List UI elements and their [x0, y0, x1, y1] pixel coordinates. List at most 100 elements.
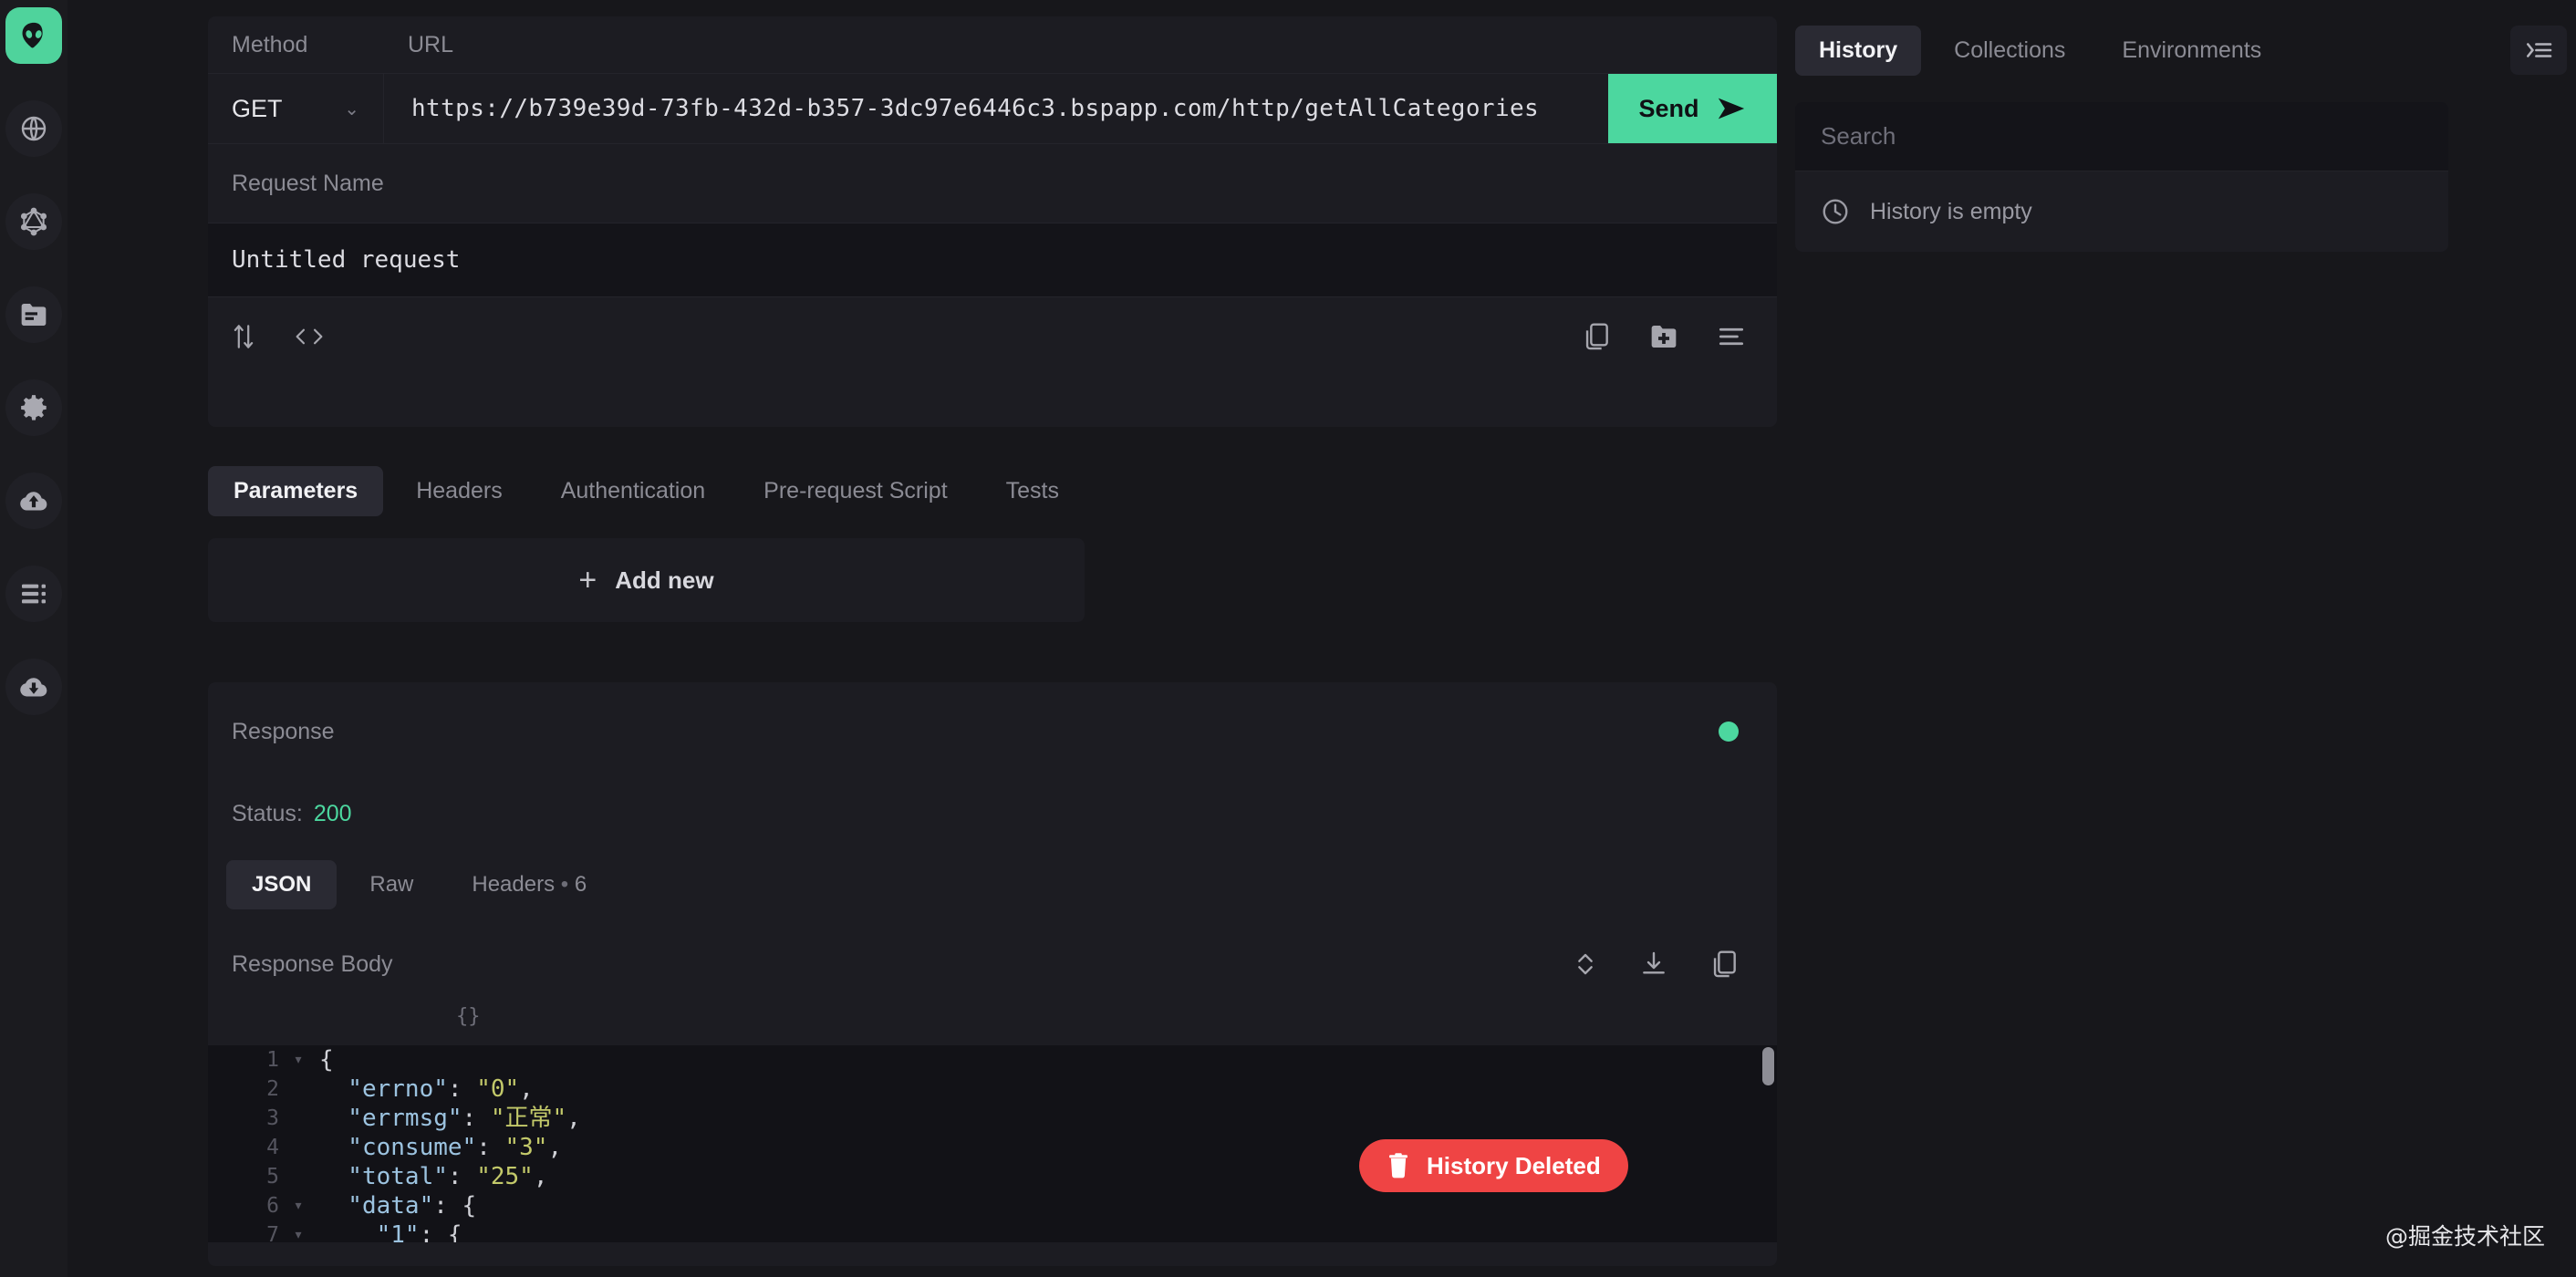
- headers-separator: •: [560, 872, 569, 897]
- line-number: 1: [266, 1048, 279, 1072]
- download-icon[interactable]: [1640, 950, 1667, 979]
- tab-pre-request-script[interactable]: Pre-request Script: [738, 466, 972, 516]
- code-line: 7 ▾ "1": {: [208, 1220, 1777, 1242]
- code-text: "consume": "3",: [319, 1134, 563, 1161]
- tab-environments[interactable]: Environments: [2098, 26, 2285, 76]
- tab-parameters[interactable]: Parameters: [208, 465, 384, 516]
- main-area: Method URL GET ⌄ https://b739e39d-73fb-4…: [208, 0, 1777, 1277]
- tab-json[interactable]: JSON: [226, 860, 338, 909]
- code-text: "1": {: [319, 1221, 462, 1242]
- expand-collapse-icon[interactable]: [1574, 950, 1596, 979]
- right-panel-tabs: History Collections Environments: [1795, 0, 2576, 100]
- collapse-sidebar-button[interactable]: [2510, 26, 2567, 75]
- tab-response-headers-label: Headers: [472, 872, 556, 897]
- response-title: Response: [232, 718, 335, 744]
- code-line: 6 ▾ "data": {: [208, 1191, 1777, 1220]
- toast-notification[interactable]: History Deleted: [1359, 1139, 1628, 1192]
- code-text: "total": "25",: [319, 1163, 548, 1190]
- app-logo[interactable]: [5, 7, 62, 64]
- code-line: 1 ▾ {: [208, 1045, 1777, 1075]
- save-to-folder-icon[interactable]: [1649, 323, 1678, 350]
- cloud-upload-icon: [20, 492, 47, 511]
- menu-icon[interactable]: [1717, 325, 1746, 348]
- left-icon-rail: [0, 0, 68, 1277]
- sidebar-item-cloud-upload[interactable]: [5, 472, 62, 529]
- trash-icon: [1389, 1153, 1407, 1178]
- status-label: Status:: [232, 800, 303, 826]
- toast-message: History Deleted: [1427, 1151, 1601, 1179]
- url-input[interactable]: https://b739e39d-73fb-432d-b357-3dc97e64…: [384, 74, 1608, 143]
- copy-icon[interactable]: [1711, 950, 1739, 979]
- request-name-input[interactable]: Untitled request: [208, 223, 1777, 297]
- request-toolbar: [208, 297, 1777, 376]
- request-tabs: Parameters Headers Authentication Pre-re…: [208, 456, 1085, 525]
- code-scrollbar-thumb[interactable]: [1762, 1047, 1774, 1085]
- status-indicator-dot: [1719, 722, 1739, 742]
- code-line: 3 "errmsg": "正常",: [208, 1104, 1777, 1133]
- history-empty-state: History is empty: [1795, 171, 2448, 252]
- url-label: URL: [408, 31, 454, 57]
- status-value: 200: [313, 800, 352, 826]
- headers-count: 6: [574, 872, 587, 897]
- json-root-indicator: {}: [456, 1005, 481, 1028]
- collapse-sidebar-icon: [2527, 43, 2552, 57]
- response-meta: Status: 200 Duration: 340 ms Size: undef…: [208, 781, 1777, 846]
- send-arrow-icon: [1718, 98, 1744, 119]
- response-body-label: Response Body: [232, 950, 393, 977]
- sidebar-item-cloud-download[interactable]: [5, 659, 62, 715]
- method-label: Method: [232, 31, 308, 57]
- tab-headers[interactable]: Headers: [390, 466, 528, 516]
- graphql-icon: [20, 207, 47, 236]
- copy-icon[interactable]: [1584, 322, 1611, 351]
- request-card: Method URL GET ⌄ https://b739e39d-73fb-4…: [208, 16, 1777, 427]
- line-number: 6: [266, 1194, 279, 1218]
- method-value: GET: [232, 94, 283, 122]
- code-text: "data": {: [319, 1192, 477, 1220]
- tab-response-headers[interactable]: Headers • 6: [446, 860, 612, 909]
- tab-authentication[interactable]: Authentication: [535, 466, 731, 516]
- line-number: 2: [266, 1077, 279, 1101]
- sidebar-item-rest[interactable]: [5, 100, 62, 157]
- add-new-button[interactable]: + Add new: [208, 538, 1085, 622]
- response-tabs: JSON Raw Headers • 6: [208, 846, 1777, 923]
- watermark: @掘金技术社区: [2384, 1223, 2545, 1250]
- response-body-header: Response Body: [208, 923, 1777, 1005]
- code-text: {: [319, 1046, 334, 1074]
- send-button[interactable]: Send: [1608, 74, 1777, 143]
- tab-history[interactable]: History: [1795, 25, 1922, 76]
- folder-icon: [21, 304, 47, 326]
- tab-collections[interactable]: Collections: [1930, 26, 2089, 76]
- fold-toggle-icon[interactable]: ▾: [286, 1191, 310, 1220]
- chevron-down-icon: ⌄: [344, 99, 359, 119]
- folder-plus-icon: [1651, 326, 1677, 348]
- plus-icon: +: [578, 562, 597, 597]
- response-body-tools: [1574, 950, 1739, 979]
- line-number: 7: [266, 1223, 279, 1242]
- search-input[interactable]: Search: [1795, 102, 2448, 171]
- sidebar-item-settings[interactable]: [5, 379, 62, 436]
- history-empty-label: History is empty: [1870, 198, 2032, 224]
- fold-toggle-icon[interactable]: ▾: [286, 1220, 310, 1242]
- url-bar: GET ⌄ https://b739e39d-73fb-432d-b357-3d…: [208, 73, 1777, 144]
- add-new-label: Add new: [615, 566, 714, 594]
- request-name-label: Request Name: [232, 170, 384, 196]
- code-line: 2 "errno": "0",: [208, 1075, 1777, 1104]
- tab-tests[interactable]: Tests: [981, 466, 1085, 516]
- sort-arrows-icon[interactable]: [232, 322, 255, 351]
- sidebar-item-list[interactable]: [5, 566, 62, 622]
- gear-icon: [21, 395, 47, 420]
- code-text: "errmsg": "正常",: [319, 1105, 581, 1132]
- line-number: 5: [266, 1165, 279, 1189]
- line-number: 4: [266, 1136, 279, 1159]
- sidebar-item-graphql[interactable]: [5, 193, 62, 250]
- history-card: Search History is empty: [1795, 102, 2448, 252]
- clock-icon: [1823, 199, 1848, 224]
- sidebar-item-realtime[interactable]: [5, 286, 62, 343]
- tab-raw[interactable]: Raw: [344, 860, 439, 909]
- method-select[interactable]: GET ⌄: [208, 74, 384, 143]
- request-column-headers: Method URL: [208, 16, 1777, 73]
- code-icon[interactable]: [294, 325, 325, 348]
- send-label: Send: [1638, 94, 1699, 122]
- response-header: Response: [208, 682, 1777, 781]
- fold-toggle-icon[interactable]: ▾: [286, 1045, 310, 1075]
